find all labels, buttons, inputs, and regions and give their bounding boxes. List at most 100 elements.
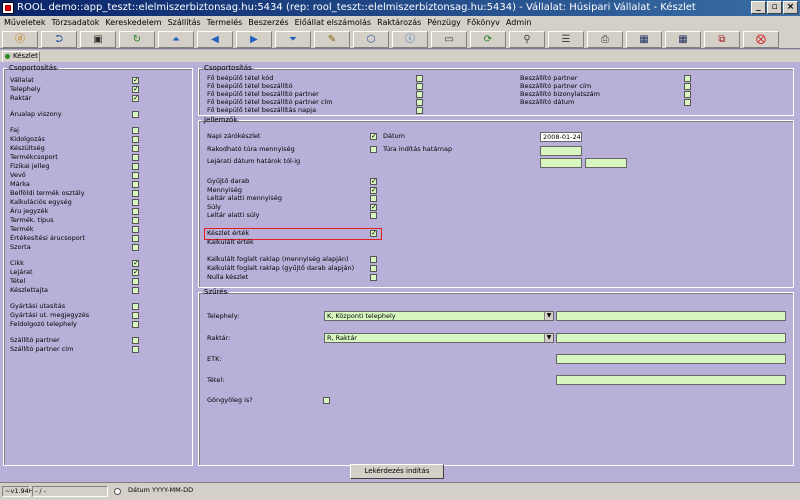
toolbar-button-16[interactable]: ⎙: [587, 31, 623, 48]
left-group-label-faj: Faj: [10, 126, 19, 134]
toolbar-button-20[interactable]: ⨂: [743, 31, 779, 48]
feature-checkbox-leltar-alatti-mennyiseg[interactable]: [370, 195, 377, 202]
left-group-checkbox-raktar[interactable]: ✓: [132, 95, 139, 102]
left-group-checkbox-telephely[interactable]: ✓: [132, 86, 139, 93]
left-group-checkbox-keszultseg[interactable]: [132, 145, 139, 152]
toolbar-button-7[interactable]: ▶: [236, 31, 272, 48]
toolbar-button-12[interactable]: ▭: [431, 31, 467, 48]
tab-keszlet[interactable]: Készlet: [2, 51, 40, 62]
right-group-checkbox-fo-beepulo-tetel-beszallito[interactable]: [416, 83, 423, 90]
telephely-extra-input[interactable]: [556, 311, 786, 321]
toolbar-button-11[interactable]: ⓘ: [392, 31, 428, 48]
toolbar-button-15[interactable]: ☰: [548, 31, 584, 48]
toolbar-button-14[interactable]: ⚲: [509, 31, 545, 48]
gongyoleg-checkbox[interactable]: [323, 397, 330, 404]
left-group-checkbox-belfoldi-termek-osztaly[interactable]: [132, 190, 139, 197]
tab-label: Készlet: [13, 52, 38, 60]
left-group-checkbox-aru-jegyzek[interactable]: [132, 208, 139, 215]
right-group-checkbox-beszallito-partner-cim[interactable]: [684, 83, 691, 90]
left-group-checkbox-termek[interactable]: [132, 226, 139, 233]
menu-admin[interactable]: Admin: [506, 18, 532, 27]
menu-eloallat-elszamolas[interactable]: Előállat elszámolás: [295, 18, 372, 27]
toolbar-button-9[interactable]: ✎: [314, 31, 350, 48]
left-group-checkbox-kidolgozas[interactable]: [132, 136, 139, 143]
raktar-extra-input[interactable]: [556, 333, 786, 343]
query-start-button[interactable]: Lekérdezés indítás: [350, 464, 444, 479]
feature-checkbox-nulla-keszlet[interactable]: [370, 274, 377, 281]
left-group-checkbox-vallalat[interactable]: ✓: [132, 77, 139, 84]
feature-checkbox-leltar-alatti-suly[interactable]: [370, 212, 377, 219]
left-group-checkbox-szallito-partner[interactable]: [132, 337, 139, 344]
lejarati-to-input[interactable]: [585, 158, 627, 168]
feature-checkbox-mennyiseg[interactable]: ✓: [370, 186, 377, 194]
menu-raktarozas[interactable]: Raktározás: [377, 18, 421, 27]
toolbar-button-10[interactable]: ⬡: [353, 31, 389, 48]
telephely-select[interactable]: K, Központi telephely ▼: [324, 311, 554, 321]
toolbar-button-4[interactable]: ↻: [119, 31, 155, 48]
feature-checkbox-gyujto-darab[interactable]: ✓: [370, 178, 377, 185]
left-group-checkbox-feldolgozo-telephely[interactable]: [132, 321, 139, 328]
etk-input[interactable]: [556, 354, 786, 364]
toolbar-button-3[interactable]: ▣: [80, 31, 116, 48]
toolbar-button-13[interactable]: ⟳: [470, 31, 506, 48]
right-group-checkbox-fo-beepulo-tetel-beszallito-partner[interactable]: [416, 91, 423, 98]
datum-input[interactable]: 2008-01-24: [540, 132, 582, 142]
right-group-checkbox-fo-beepulo-tetel-beszallitas-napja[interactable]: [416, 107, 423, 114]
menu-muveletek[interactable]: Műveletek: [4, 18, 45, 27]
left-group-checkbox-keszlettajta[interactable]: [132, 287, 139, 294]
left-group-checkbox-gyartasi-utasitas[interactable]: [132, 303, 139, 310]
minimize-button[interactable]: _: [751, 1, 766, 14]
menu-beszerzes[interactable]: Beszerzés: [248, 18, 288, 27]
menu-fokonyv[interactable]: Főkönyv: [467, 18, 500, 27]
right-group-checkbox-fo-beepulo-tetel-beszallito-partner-cim[interactable]: [416, 99, 423, 106]
rakodhato-checkbox[interactable]: [370, 146, 377, 153]
right-group-checkbox-beszallito-bizonylatszam[interactable]: [684, 91, 691, 98]
toolbar-button-8[interactable]: ⏷: [275, 31, 311, 48]
restore-button[interactable]: ▫: [767, 1, 782, 14]
left-group-checkbox-kalkulacios-egyseg[interactable]: [132, 199, 139, 206]
left-group-checkbox-marka[interactable]: [132, 181, 139, 188]
menu-szallitas[interactable]: Szállítás: [168, 18, 201, 27]
toolbar-button-19[interactable]: ⧉: [704, 31, 740, 48]
menu-penzugy[interactable]: Pénzügy: [427, 18, 461, 27]
left-group-checkbox-lejarat[interactable]: ✓: [132, 269, 139, 276]
chevron-down-icon[interactable]: ▼: [544, 334, 553, 342]
close-button[interactable]: ×: [783, 1, 798, 14]
left-group-label-szorta: Szorta: [10, 243, 31, 251]
left-group-checkbox-tetel[interactable]: [132, 278, 139, 285]
left-group-checkbox-gyartasi-ut-megjegyzes[interactable]: [132, 312, 139, 319]
right-group-checkbox-fo-beepulo-tetel-kod[interactable]: [416, 75, 423, 82]
left-group-checkbox-cikk[interactable]: ✓: [132, 260, 139, 267]
left-group-checkbox-vevo[interactable]: [132, 172, 139, 179]
status-radio[interactable]: [114, 488, 121, 495]
feature-checkbox-suly[interactable]: ✓: [370, 203, 377, 211]
left-group-checkbox-termek-tipus[interactable]: [132, 217, 139, 224]
toolbar-button-17[interactable]: ▦: [626, 31, 662, 48]
tura-input[interactable]: [540, 146, 582, 156]
menu-torzsadatok[interactable]: Törzsadatok: [51, 18, 99, 27]
left-group-checkbox-szallito-partner-cim[interactable]: [132, 346, 139, 353]
menu-kereskedelem[interactable]: Kereskedelem: [105, 18, 161, 27]
left-group-checkbox-fizikai-jelleg[interactable]: [132, 163, 139, 170]
keszlet-ertek-checkbox[interactable]: ✓: [370, 230, 377, 237]
toolbar-button-6[interactable]: ◀: [197, 31, 233, 48]
lejarati-from-input[interactable]: [540, 158, 582, 168]
right-group-checkbox-beszallito-datum[interactable]: [684, 99, 691, 106]
feature-checkbox-kalkulalt-foglalt-raklap-gyujto-darab-alapjan[interactable]: [370, 265, 377, 272]
toolbar-button-5[interactable]: ⏶: [158, 31, 194, 48]
toolbar-button-1[interactable]: ⓓ: [2, 31, 38, 48]
right-group-checkbox-beszallito-partner[interactable]: [684, 75, 691, 82]
napi-zarokeszlet-checkbox[interactable]: ✓: [370, 133, 377, 140]
left-group-checkbox-szorta[interactable]: [132, 244, 139, 251]
raktar-select[interactable]: R, Raktár ▼: [324, 333, 554, 343]
menu-termeles[interactable]: Termelés: [207, 18, 243, 27]
toolbar-button-18[interactable]: ▦: [665, 31, 701, 48]
tetel-input[interactable]: [556, 375, 786, 385]
left-group-checkbox-termekcsoport[interactable]: [132, 154, 139, 161]
left-group-checkbox-faj[interactable]: [132, 127, 139, 134]
left-group-checkbox-ertekesitesi-arucsoport[interactable]: [132, 235, 139, 242]
left-group-checkbox-arualap-viszony[interactable]: [132, 111, 139, 118]
feature-checkbox-kalkulalt-foglalt-raklap-mennyiseg-alapjan[interactable]: [370, 256, 377, 263]
chevron-down-icon[interactable]: ▼: [544, 312, 553, 320]
toolbar-button-2[interactable]: ⮊: [41, 31, 77, 48]
